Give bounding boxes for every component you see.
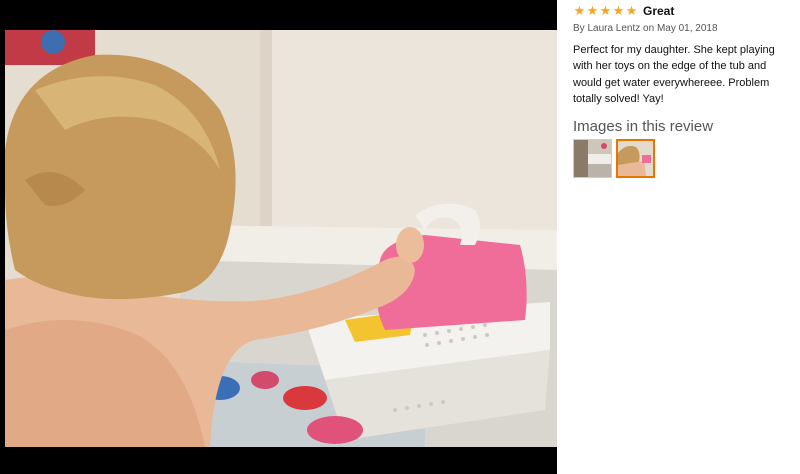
review-body: Perfect for my daughter. She kept playin… — [573, 44, 775, 105]
review-byline: By Laura Lentz on May 01, 2018 — [573, 23, 718, 34]
star-icon: ★ — [599, 3, 612, 19]
star-icon: ★ — [586, 3, 599, 19]
review-title: Great — [643, 4, 675, 18]
child-bath-thumbnail-icon — [618, 141, 653, 177]
thumbnail-1[interactable] — [573, 139, 612, 179]
review-image-viewer: ★ ★ ★ ★ ★ Great By Laura Lentz on May 01, 20… — [0, 0, 800, 474]
rating-row: ★ ★ ★ ★ ★ Great — [573, 4, 795, 18]
child-in-bath-illustration — [5, 30, 557, 447]
star-icon: ★ — [625, 3, 638, 19]
star-icon: ★ — [612, 3, 625, 19]
images-in-review-heading: Images in this review — [573, 118, 714, 136]
star-rating: ★ ★ ★ ★ ★ — [573, 5, 638, 18]
main-review-image — [0, 0, 557, 474]
bathroom-thumbnail-icon — [574, 140, 611, 178]
star-icon: ★ — [573, 3, 586, 19]
review-panel: ★ ★ ★ ★ ★ Great By Laura Lentz on May 01, 20… — [573, 4, 795, 179]
review-photo — [5, 30, 557, 447]
thumbnail-2[interactable] — [616, 139, 655, 179]
review-thumbnails — [573, 139, 795, 179]
